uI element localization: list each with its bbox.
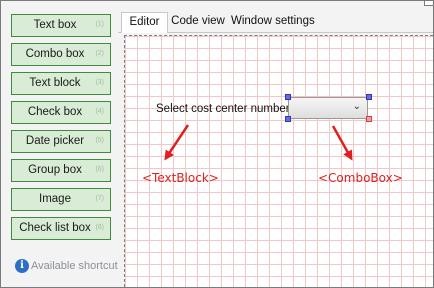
designer-window: Text box (1) Combo box (2) Text block (3… — [0, 0, 434, 288]
toolbox-group-box-button[interactable]: Group box (6) — [11, 159, 111, 182]
tab-editor[interactable]: Editor — [121, 12, 168, 33]
tab-window-settings[interactable]: Window settings — [231, 12, 315, 32]
shortcut-hint: (3) — [95, 79, 104, 86]
toolbox-text-block-button[interactable]: Text block (3) — [11, 72, 111, 95]
button-label: Text box — [33, 19, 77, 31]
shortcut-hint: (5) — [95, 137, 104, 144]
combobox-annotation: <ComboBox> — [318, 171, 403, 185]
shortcut-hint: (8) — [95, 224, 104, 231]
shortcut-hint-label: Available shortcut — [31, 260, 118, 272]
toolbox-combo-box-button[interactable]: Combo box (2) — [11, 43, 111, 66]
resize-handle-top-left[interactable] — [285, 94, 291, 100]
shortcut-hint: (1) — [95, 21, 104, 28]
resize-handle-bottom-left[interactable] — [285, 116, 291, 122]
toolbox-text-box-button[interactable]: Text box (1) — [11, 14, 111, 37]
tab-label: Editor — [129, 16, 160, 28]
cost-center-text-block[interactable]: Select cost center number: — [156, 103, 293, 115]
toolbox-sidebar: Text box (1) Combo box (2) Text block (3… — [1, 1, 118, 287]
toolbox-check-box-button[interactable]: Check box (4) — [11, 101, 111, 124]
toolbox-image-button[interactable]: Image (7) — [11, 188, 111, 211]
tab-code-view[interactable]: Code view — [170, 12, 226, 32]
toolbox-check-list-box-button[interactable]: Check list box (8) — [11, 217, 111, 240]
button-label: Combo box — [25, 48, 85, 60]
cost-center-combo-box[interactable]: ⌄ — [288, 97, 368, 119]
button-label: Date picker — [25, 135, 85, 147]
shortcut-hint: (7) — [95, 195, 104, 202]
button-label: Check list box — [19, 222, 91, 234]
button-label: Image — [39, 193, 71, 205]
info-icon: i — [15, 259, 29, 273]
shortcut-hint: (2) — [95, 50, 104, 57]
resize-handle-top-right[interactable] — [366, 94, 372, 100]
design-canvas[interactable] — [124, 35, 433, 287]
editor-tab-bar: Editor Code view Window settings — [118, 12, 433, 33]
button-label: Group box — [28, 164, 82, 176]
button-label: Check box — [27, 106, 83, 118]
tab-label: Window settings — [231, 15, 315, 27]
tab-label: Code view — [171, 15, 225, 27]
chevron-down-icon: ⌄ — [352, 101, 361, 112]
toolbox-date-picker-button[interactable]: Date picker (5) — [11, 130, 111, 153]
button-label: Text block — [29, 77, 81, 89]
shortcut-hint: (6) — [95, 166, 104, 173]
shortcut-hint: (4) — [95, 108, 104, 115]
textblock-annotation: <TextBlock> — [142, 171, 219, 185]
resize-handle-bottom-right[interactable] — [366, 116, 372, 122]
